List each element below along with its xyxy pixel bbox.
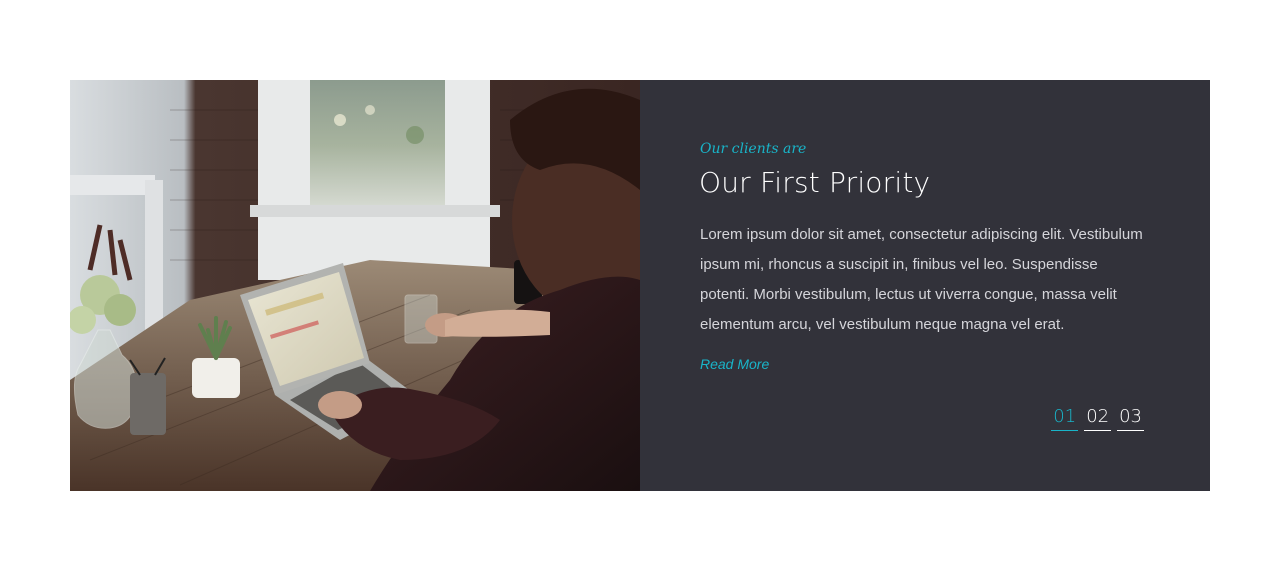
slide-pager: 01 02 03 — [1051, 406, 1144, 431]
read-more-link[interactable]: Read More — [700, 356, 769, 372]
pager-item-03[interactable]: 03 — [1117, 406, 1144, 431]
pager-item-01[interactable]: 01 — [1051, 406, 1079, 431]
slide-photo — [70, 80, 640, 491]
slide-title: Our First Priority — [699, 166, 931, 199]
slide-description: Lorem ipsum dolor sit amet, consectetur … — [700, 226, 1143, 333]
slide-eyebrow: Our clients are — [700, 141, 807, 157]
slide-content-panel: Our clients are Our First Priority Lorem… — [640, 80, 1210, 491]
pager-item-02[interactable]: 02 — [1084, 406, 1112, 431]
feature-slider: Our clients are Our First Priority Lorem… — [70, 80, 1210, 491]
